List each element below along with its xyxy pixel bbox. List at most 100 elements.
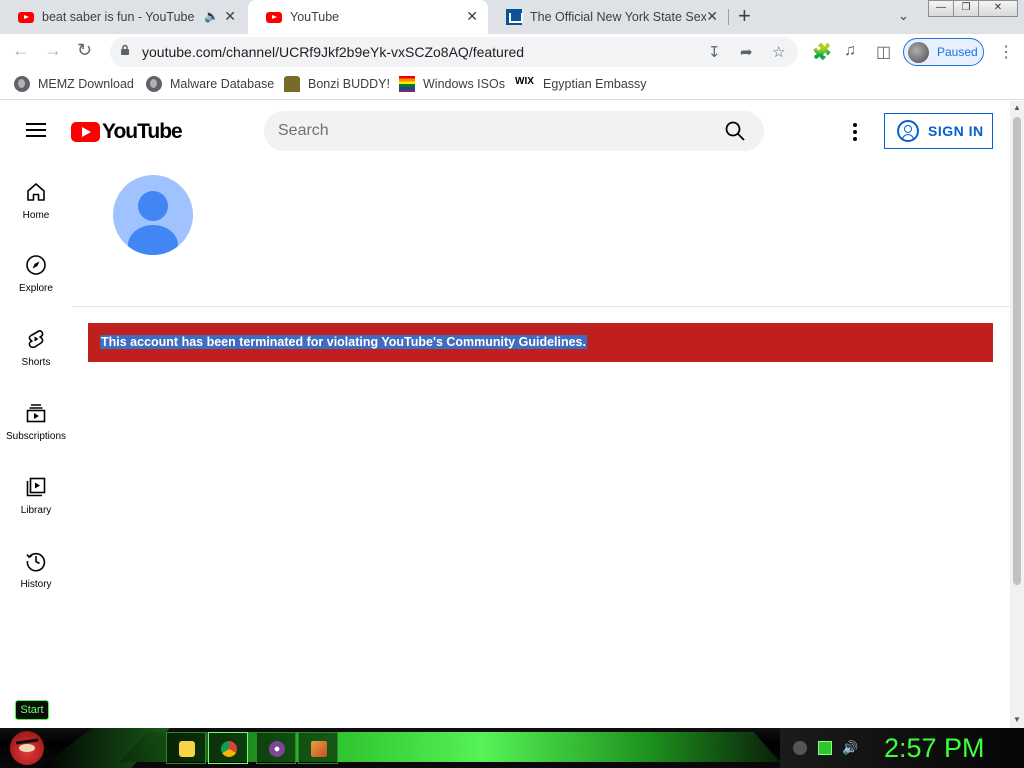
shorts-icon bbox=[28, 330, 44, 349]
network-icon[interactable] bbox=[793, 741, 807, 755]
account-terminated-alert: This account has been terminated for vio… bbox=[88, 323, 993, 362]
globe-icon bbox=[14, 76, 30, 92]
tab-title: The Official New York State Sex C bbox=[530, 10, 706, 24]
back-arrow-icon[interactable]: ← bbox=[12, 40, 30, 61]
tab-separator bbox=[728, 9, 729, 25]
battery-icon[interactable] bbox=[818, 741, 832, 755]
sidebar-item-history[interactable]: History bbox=[0, 550, 72, 590]
compass-icon bbox=[26, 255, 46, 275]
reload-icon[interactable]: ↻ bbox=[77, 40, 92, 61]
speaker-icon[interactable]: 🔈 bbox=[204, 9, 219, 23]
bookmark-egyptian-embassy[interactable]: WIX Egyptian Embassy bbox=[515, 76, 647, 92]
wix-icon: WIX bbox=[515, 76, 534, 87]
bookmark-label: Bonzi BUDDY! bbox=[308, 77, 390, 91]
library-icon bbox=[26, 477, 46, 497]
url-text: youtube.com/channel/UCRf9Jkf2b9eYk-vxSCZ… bbox=[142, 44, 525, 60]
tab-title: YouTube bbox=[290, 10, 340, 24]
close-tab-icon[interactable]: ✕ bbox=[224, 8, 236, 25]
share-icon[interactable]: ➦ bbox=[740, 43, 753, 61]
search-icon[interactable] bbox=[725, 121, 745, 141]
close-window-button[interactable]: ✕ bbox=[978, 0, 1018, 17]
tab-youtube[interactable]: YouTube ✕ bbox=[248, 0, 488, 34]
bookmark-malware-database[interactable]: Malware Database bbox=[146, 76, 274, 92]
rainbow-flag-icon bbox=[399, 76, 415, 92]
sidebar-item-library[interactable]: Library bbox=[0, 476, 72, 516]
bookmark-bonzi-buddy[interactable]: Bonzi BUDDY! bbox=[284, 76, 390, 92]
sidebar-item-home[interactable]: Home bbox=[0, 181, 72, 221]
profile-status: Paused bbox=[937, 45, 978, 59]
menu-icon[interactable] bbox=[26, 123, 46, 137]
search-input[interactable] bbox=[278, 120, 708, 142]
sidebar-item-label: Home bbox=[22, 210, 50, 221]
tor-browser-icon bbox=[269, 741, 285, 757]
bookmark-label: Windows ISOs bbox=[423, 77, 505, 91]
clock[interactable]: 2:57 PM bbox=[884, 733, 985, 764]
side-panel-icon[interactable]: ◫ bbox=[876, 42, 891, 62]
sidebar-item-label: Shorts bbox=[21, 357, 51, 368]
bookmark-label: MEMZ Download bbox=[38, 77, 134, 91]
logo-text: YouTube bbox=[102, 120, 183, 143]
youtube-logo[interactable]: YouTube bbox=[71, 120, 183, 144]
chrome-icon bbox=[221, 741, 237, 757]
address-bar[interactable]: youtube.com/channel/UCRf9Jkf2b9eYk-vxSCZ… bbox=[110, 37, 798, 67]
media-controls-icon[interactable]: ♫ bbox=[844, 42, 856, 60]
close-tab-icon[interactable]: ✕ bbox=[706, 8, 718, 25]
angry-bird-start-orb-icon[interactable] bbox=[10, 731, 44, 765]
channel-header-divider bbox=[72, 306, 1010, 307]
taskbar-chrome[interactable] bbox=[208, 732, 248, 764]
menu-kebab-icon[interactable]: ⋮ bbox=[998, 42, 1014, 62]
youtube-icon bbox=[18, 11, 34, 23]
channel-avatar bbox=[113, 175, 193, 255]
bookmark-label: Malware Database bbox=[170, 77, 275, 91]
youtube-icon bbox=[266, 11, 282, 23]
account-icon bbox=[897, 120, 919, 142]
paint-icon bbox=[311, 741, 327, 757]
folder-icon bbox=[179, 741, 195, 757]
restore-button[interactable]: ❐ bbox=[953, 0, 979, 17]
bookmarks-bar: MEMZ Download Malware Database Bonzi BUD… bbox=[0, 70, 1024, 100]
sign-in-button[interactable]: SIGN IN bbox=[884, 113, 993, 149]
scrollbar-thumb[interactable] bbox=[1013, 117, 1021, 585]
bookmark-windows-isos[interactable]: Windows ISOs bbox=[399, 76, 505, 92]
profile-button[interactable]: Paused bbox=[903, 38, 984, 66]
history-icon bbox=[26, 552, 46, 572]
sidebar-item-subscriptions[interactable]: Subscriptions bbox=[0, 402, 72, 442]
youtube-play-icon bbox=[71, 122, 100, 142]
scroll-up-arrow-icon[interactable]: ▲ bbox=[1013, 103, 1021, 112]
page-scrollbar[interactable]: ▲ ▼ bbox=[1010, 101, 1024, 728]
sign-in-label: SIGN IN bbox=[928, 123, 984, 139]
extensions-puzzle-icon[interactable]: 🧩 bbox=[812, 42, 832, 62]
tab-strip: beat saber is fun - YouTube 🔈 ✕ YouTube … bbox=[0, 0, 1024, 34]
bookmark-memz[interactable]: MEMZ Download bbox=[14, 76, 134, 92]
home-icon bbox=[27, 183, 45, 201]
sidebar-item-shorts[interactable]: Shorts bbox=[0, 328, 72, 368]
subscriptions-icon bbox=[26, 404, 46, 423]
install-app-icon[interactable]: ↧ bbox=[708, 43, 721, 61]
bookmark-star-icon[interactable]: ☆ bbox=[772, 43, 785, 61]
taskbar-tor[interactable] bbox=[256, 732, 296, 764]
sidebar-item-explore[interactable]: Explore bbox=[0, 254, 72, 294]
close-tab-icon[interactable]: ✕ bbox=[466, 8, 478, 25]
taskbar bbox=[0, 728, 1024, 768]
bonzi-icon bbox=[284, 76, 300, 92]
bookmark-label: Egyptian Embassy bbox=[543, 77, 647, 91]
tab-beat-saber[interactable]: beat saber is fun - YouTube 🔈 ✕ bbox=[0, 0, 246, 34]
new-tab-button[interactable]: + bbox=[738, 5, 751, 27]
minimize-button[interactable]: — bbox=[928, 0, 954, 17]
sidebar-item-label: Library bbox=[20, 505, 52, 516]
scroll-down-arrow-icon[interactable]: ▼ bbox=[1013, 715, 1021, 724]
browser-toolbar: ← → ↻ youtube.com/channel/UCRf9Jkf2b9eYk… bbox=[0, 34, 1024, 70]
sidebar-item-label: Explore bbox=[19, 283, 53, 294]
sidebar-item-label: Subscriptions bbox=[5, 431, 67, 442]
tab-search-chevron-icon[interactable]: ⌄ bbox=[898, 8, 909, 24]
forward-arrow-icon[interactable]: → bbox=[44, 40, 62, 61]
start-button[interactable]: Start bbox=[15, 700, 49, 720]
tab-title: beat saber is fun - YouTube bbox=[42, 10, 195, 24]
settings-kebab-icon[interactable] bbox=[852, 123, 858, 141]
website-icon bbox=[506, 9, 523, 25]
volume-icon[interactable]: 🔊 bbox=[842, 741, 858, 755]
lock-icon bbox=[121, 44, 129, 55]
tab-ny-sex-offender[interactable]: The Official New York State Sex C ✕ bbox=[488, 0, 728, 34]
taskbar-paint[interactable] bbox=[298, 732, 338, 764]
taskbar-explorer[interactable] bbox=[166, 732, 206, 764]
